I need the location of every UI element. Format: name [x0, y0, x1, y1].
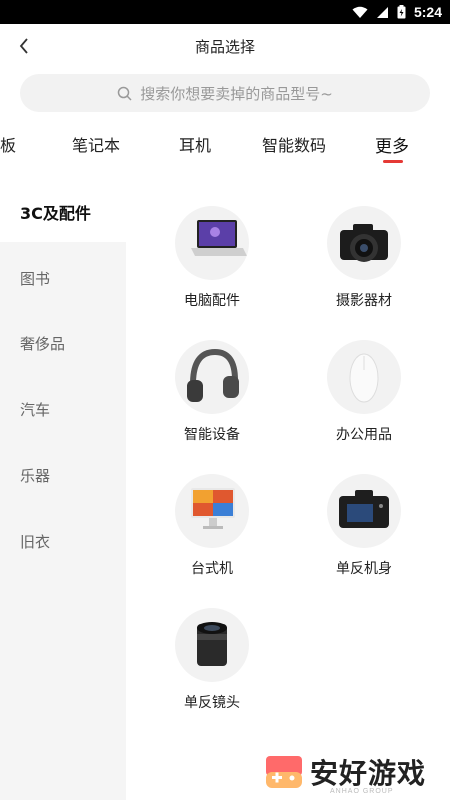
search-icon [117, 86, 132, 101]
tab-headphones[interactable]: 耳机 [179, 132, 211, 156]
product-image [175, 474, 249, 548]
product-smart-devices[interactable]: 智能设备 [137, 340, 287, 444]
wifi-icon [352, 6, 368, 18]
product-computer-accessories[interactable]: 电脑配件 [137, 206, 287, 310]
sidebar-item-books[interactable]: 图书 [20, 268, 50, 289]
header: 商品选择 [0, 24, 450, 68]
sidebar-item-label: 3C及配件 [20, 204, 91, 223]
mouse-icon [349, 353, 379, 403]
tab-smart-digital[interactable]: 智能数码 [262, 132, 326, 156]
product-dslr-lens[interactable]: 单反镜头 [137, 608, 287, 712]
sidebar-item-instruments[interactable]: 乐器 [20, 465, 50, 486]
product-label: 台式机 [191, 561, 233, 577]
category-tabs: 板 笔记本 耳机 智能数码 更多 [0, 120, 450, 164]
product-image [175, 206, 249, 280]
monitor-icon [191, 488, 235, 529]
laptop-icon [191, 220, 247, 256]
product-label: 办公用品 [336, 427, 392, 443]
product-image [175, 340, 249, 414]
tab-board[interactable]: 板 [0, 132, 16, 156]
search-input[interactable]: 搜索你想要卖掉的商品型号~ [20, 74, 430, 112]
status-bar: 5:24 [0, 0, 450, 24]
product-label: 智能设备 [184, 427, 240, 443]
product-label: 单反机身 [336, 561, 392, 577]
dslr-body-icon [339, 490, 389, 528]
page-title: 商品选择 [194, 38, 255, 56]
product-image [175, 608, 249, 682]
battery-icon [397, 5, 406, 19]
tab-more[interactable]: 更多 [375, 132, 409, 157]
product-photography[interactable]: 摄影器材 [289, 206, 439, 310]
product-office-supplies[interactable]: 办公用品 [289, 340, 439, 444]
product-dslr-body[interactable]: 单反机身 [289, 474, 439, 578]
active-tab-indicator [383, 160, 403, 163]
watermark-logo: 安好游戏 ANHAO GROUP [264, 748, 444, 796]
watermark-text: 安好游戏 [310, 757, 427, 790]
status-icons: 5:24 [352, 0, 442, 24]
sidebar-item-luxury[interactable]: 奢侈品 [20, 333, 65, 354]
search-placeholder: 搜索你想要卖掉的商品型号~ [140, 84, 333, 103]
watermark-subtext: ANHAO GROUP [330, 788, 394, 795]
product-label: 摄影器材 [336, 293, 392, 309]
product-image [327, 206, 401, 280]
product-label: 电脑配件 [184, 293, 240, 309]
signal-icon [376, 6, 388, 18]
camera-icon [340, 224, 388, 262]
sidebar: 3C及配件 图书 奢侈品 汽车 乐器 旧衣 [0, 178, 126, 800]
product-image [327, 474, 401, 548]
sidebar-item-old-clothes[interactable]: 旧衣 [20, 531, 50, 552]
lens-icon [197, 622, 227, 666]
sidebar-item-3c[interactable]: 3C及配件 [0, 178, 126, 242]
status-time: 5:24 [413, 4, 442, 20]
gamepad-icon [266, 756, 302, 788]
product-desktop[interactable]: 台式机 [137, 474, 287, 578]
sidebar-item-cars[interactable]: 汽车 [20, 399, 50, 420]
product-image [327, 340, 401, 414]
headphones-icon [187, 348, 239, 402]
product-label: 单反镜头 [184, 695, 240, 711]
tab-laptop[interactable]: 笔记本 [72, 132, 120, 156]
